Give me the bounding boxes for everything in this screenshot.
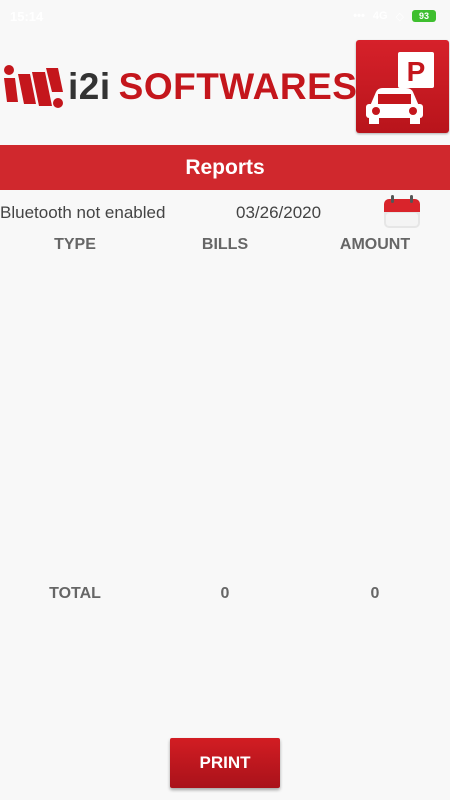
reports-screen: 15:14 ••• 4G ◇ 93 i2i SOFTWARES P Report… [0, 0, 450, 800]
column-header-amount: AMOUNT [339, 236, 411, 253]
total-label: TOTAL [49, 585, 101, 602]
network-type: 4G [372, 10, 388, 22]
bluetooth-status: Bluetooth not enabled [0, 203, 166, 222]
signal-icon: ••• [353, 10, 365, 22]
column-header-type: TYPE [54, 236, 96, 253]
status-bar: 15:14 ••• 4G ◇ 93 [0, 0, 450, 32]
print-button[interactable]: PRINT [170, 738, 280, 788]
status-time: 15:14 [10, 8, 44, 24]
logo-mark-icon [4, 65, 63, 108]
app-header: i2i SOFTWARES P [0, 36, 450, 140]
parking-car-icon: P [356, 40, 449, 133]
selected-date[interactable]: 03/26/2020 [236, 203, 321, 223]
parking-graphic: P [366, 52, 434, 124]
report-table-body [0, 262, 450, 578]
calendar-icon[interactable] [383, 193, 421, 229]
total-amount: 0 [370, 585, 380, 602]
column-header-bills: BILLS [201, 236, 249, 253]
status-icons: ••• 4G ◇ 93 [353, 10, 436, 23]
battery-icon: 93 [412, 10, 436, 22]
company-logo: i2i SOFTWARES [2, 62, 357, 112]
total-bills: 0 [220, 585, 230, 602]
brand-prefix: i2i [68, 66, 111, 107]
parking-letter: P [407, 56, 426, 87]
brand-name: SOFTWARES [118, 66, 358, 107]
battery-level: 93 [418, 11, 429, 21]
page-title: Reports [185, 155, 265, 179]
page-title-bar: Reports [0, 145, 450, 190]
info-row: Bluetooth not enabled 03/26/2020 [0, 193, 450, 231]
wifi-icon: ◇ [395, 10, 404, 23]
